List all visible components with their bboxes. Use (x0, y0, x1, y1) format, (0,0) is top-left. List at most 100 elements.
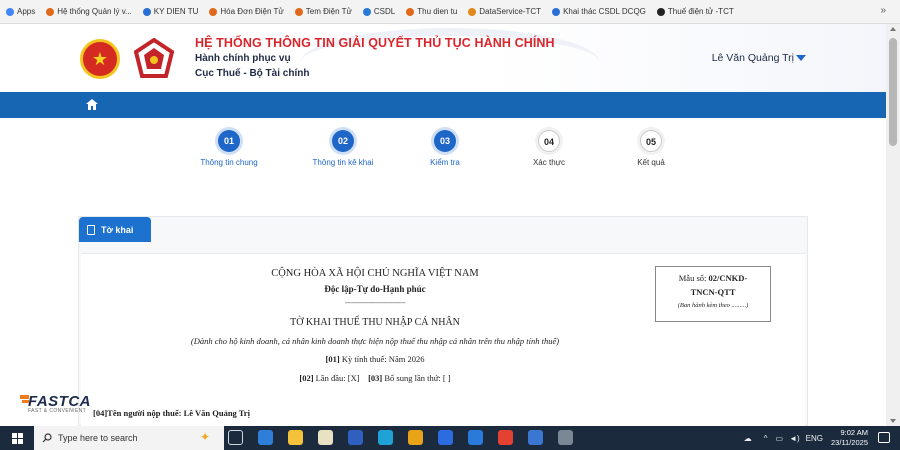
national-emblem-icon: ★ (80, 39, 120, 79)
chrome-icon[interactable] (408, 430, 423, 445)
step-05[interactable]: 05 Kết quả (596, 130, 706, 167)
taskbar-search[interactable]: Type here to search ✦ (34, 426, 224, 450)
chrome-active-icon[interactable] (498, 430, 513, 445)
bookmark-item[interactable]: KY DIEN TU (142, 7, 199, 16)
bookmark-label: Thu dien tu (417, 7, 458, 16)
taskbar-apps (228, 430, 588, 445)
windows-start-icon[interactable] (12, 433, 23, 444)
app-icon-1[interactable] (258, 430, 273, 445)
cloud-icon[interactable]: ☁ (744, 434, 752, 443)
bookmark-item[interactable]: Khai thác CSDL DCQG (552, 7, 646, 16)
emblem-star: ★ (91, 48, 109, 69)
main-nav (0, 92, 886, 118)
step-01[interactable]: 01 Thông tin chung (174, 130, 284, 167)
bookmarks-bar: Apps Hệ thống Quản lý v... KY DIEN TU Hóa Đ… (0, 0, 900, 24)
scroll-thumb[interactable] (889, 38, 897, 146)
app-icon-10[interactable] (528, 430, 543, 445)
bookmark-item[interactable]: DataService-TCT (468, 7, 541, 16)
app-icon-11[interactable] (558, 430, 573, 445)
scroll-down-icon[interactable] (890, 419, 896, 423)
bookmark-item[interactable]: Hệ thống Quản lý v... (46, 7, 132, 16)
home-icon[interactable] (86, 99, 98, 110)
tab-to-khai[interactable]: Tờ khai (79, 217, 151, 242)
field-02-03: [02] Lần đầu: [X] [03] Bổ sung lần thứ: … (75, 373, 675, 383)
bookmark-item[interactable]: CSDL (362, 7, 396, 16)
step-04[interactable]: 04 Xác thực (494, 130, 604, 167)
step-label: Xác thực (532, 158, 566, 167)
clock-time: 9:02 AM (840, 428, 868, 437)
field-02-code: [02] (299, 373, 314, 383)
form-title: TỜ KHAI THUẾ THU NHẬP CÁ NHÂN (290, 317, 460, 328)
step-label: Thông tin kê khai (312, 158, 374, 167)
sparkle-icon: ✦ (199, 430, 210, 444)
bookmark-favicon-icon (406, 7, 415, 16)
tab-label: Tờ khai (101, 224, 134, 235)
bookmark-favicon-icon (6, 7, 14, 16)
task-view-icon[interactable] (228, 430, 243, 445)
fastca-mark-2 (22, 400, 29, 403)
mau-prefix: Mẫu số: (678, 273, 707, 283)
step-02[interactable]: 02 Thông tin kê khai (288, 130, 398, 167)
step-number: 02 (332, 130, 354, 152)
bookmark-label: Tem Điện Tử (305, 7, 352, 16)
motto: Độc lập-Tự do-Hạnh phúc (324, 284, 426, 294)
bookmarks-more-icon[interactable]: » (880, 5, 886, 16)
bookmark-favicon-icon (552, 7, 561, 16)
step-number: 03 (434, 130, 456, 152)
bookmark-favicon-icon (142, 7, 151, 16)
app-icon-7[interactable] (438, 430, 453, 445)
step-number: 01 (218, 130, 240, 152)
document-icon (87, 224, 95, 235)
form-number-line1: Mẫu số: 02/CNKD- (656, 271, 770, 285)
agency-name: Cục Thuế - Bộ Tài chính (195, 68, 310, 79)
step-number: 04 (538, 130, 560, 152)
bookmark-item[interactable]: Thuế điện tử -TCT (656, 7, 734, 16)
field-04: [04]Tên người nộp thuế: Lê Văn Quảng Trị (93, 408, 250, 418)
bookmark-label: Hệ thống Quản lý v... (57, 7, 132, 16)
bookmark-item[interactable]: Apps (6, 7, 35, 16)
language-indicator[interactable]: ENG (806, 434, 823, 443)
site-header: ★ HỆ THỐNG THÔNG TIN GIẢI QUYẾT THỦ TỤC … (0, 24, 886, 92)
form-number-box: Mẫu số: 02/CNKD- TNCN-QTT (Ban hành kèm … (655, 266, 771, 322)
calendar-icon[interactable] (318, 430, 333, 445)
bookmark-item[interactable]: Hóa Đơn Điện Tử (209, 7, 284, 16)
clock[interactable]: 9:02 AM 23/11/2025 (831, 428, 868, 448)
volume-icon[interactable]: ◄) (789, 434, 800, 443)
bookmark-item[interactable]: Tem Điện Tử (294, 7, 352, 16)
caret-down-icon[interactable] (796, 55, 806, 61)
app-icon-8[interactable] (468, 430, 483, 445)
step-03[interactable]: 03 Kiểm tra (390, 130, 500, 167)
bookmark-label: DataService-TCT (479, 7, 542, 16)
notification-icon[interactable] (878, 432, 890, 443)
mau-code2: TNCN-QTT (690, 287, 736, 297)
bookmark-label: CSDL (373, 7, 396, 16)
user-menu[interactable]: Lê Văn Quảng Trị (712, 52, 794, 64)
edge-icon[interactable] (378, 430, 393, 445)
page-scrollbar[interactable] (886, 24, 900, 426)
bookmark-favicon-icon (46, 7, 55, 16)
bookmark-item[interactable]: Thu dien tu (406, 7, 457, 16)
divider-line: ---------------------------- (344, 298, 406, 307)
chevron-up-icon[interactable]: ^ (764, 434, 768, 443)
scroll-up-icon[interactable] (890, 27, 896, 31)
bookmark-favicon-icon (468, 7, 477, 16)
field-01-text: Kỳ tính thuế: Năm 2026 (341, 354, 425, 364)
network-icon[interactable]: ▭ (776, 434, 784, 443)
bookmark-label: Thuế điện tử -TCT (667, 7, 734, 16)
system-subtitle: Hành chính phục vụ (195, 53, 291, 64)
step-label: Thông tin chung (200, 158, 258, 167)
bookmark-favicon-icon (294, 7, 303, 16)
app-icon-4[interactable] (348, 430, 363, 445)
mau-code1: 02/CNKD- (708, 273, 748, 283)
file-explorer-icon[interactable] (288, 430, 303, 445)
fastca-mark (20, 395, 29, 399)
field-03-text: Bổ sung lần thứ: [ ] (384, 373, 451, 383)
search-placeholder: Type here to search (58, 433, 138, 443)
progress-stepper: 01 Thông tin chung 02 Thông tin kê khai 03 Ki… (0, 118, 886, 208)
bookmark-label: KY DIEN TU (153, 7, 199, 16)
mau-note: (Ban hành kèm theo .........) (677, 302, 749, 309)
field-02-text: Lần đầu: [X] (315, 373, 360, 383)
tax-declaration-document: CỘNG HÒA XÃ HỘI CHỦ NGHĨA VIỆT NAM Độc l… (81, 253, 805, 427)
bookmark-favicon-icon (209, 7, 218, 16)
user-name: Lê Văn Quảng Trị (711, 52, 794, 64)
